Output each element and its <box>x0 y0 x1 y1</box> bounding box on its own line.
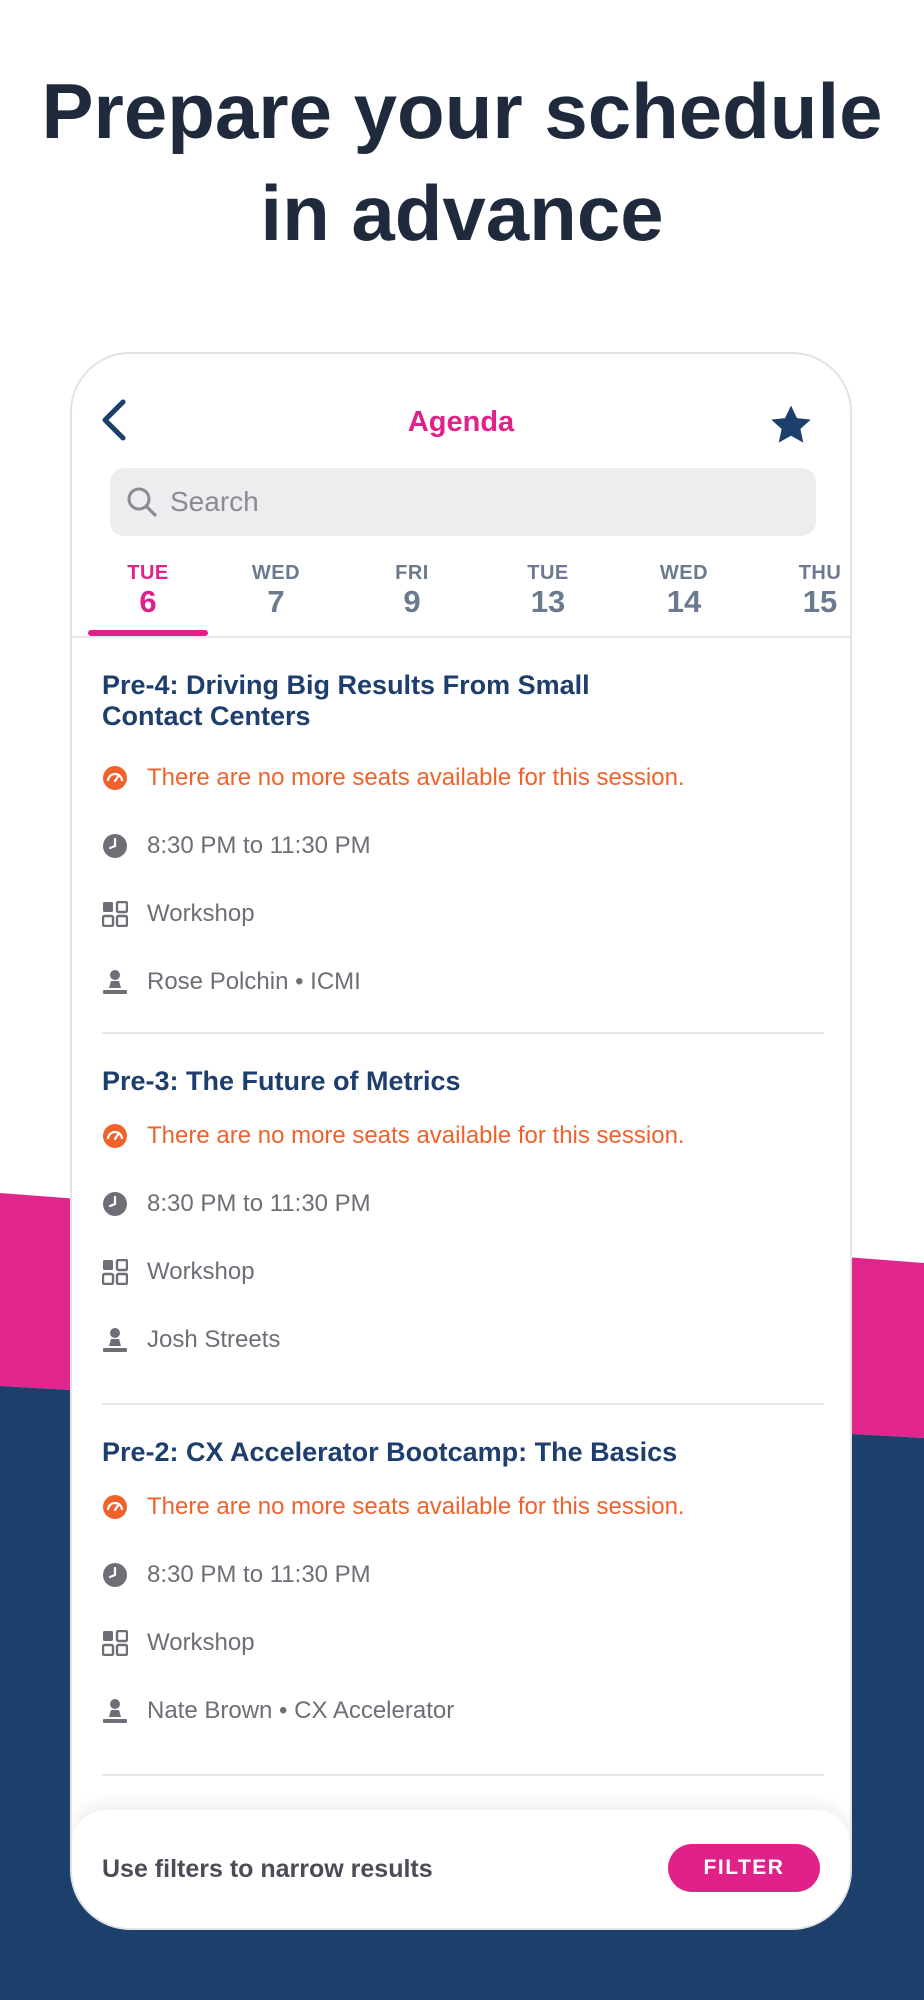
day-tab-dow: TUE <box>127 562 169 584</box>
filter-button[interactable]: FILTER <box>668 1844 820 1892</box>
session-title: Pre-2: CX Accelerator Bootcamp: The Basi… <box>102 1437 678 1467</box>
day-tab-wed-14[interactable]: WED 14 <box>624 562 744 619</box>
session-availability: There are no more seats available for th… <box>102 758 685 798</box>
day-tab-tue-6[interactable]: TUE 6 <box>88 562 208 619</box>
clock-icon <box>103 1563 127 1587</box>
session-item[interactable]: Pre-2: CX Accelerator Bootcamp: The Basi… <box>102 1437 824 1767</box>
session-type: Workshop <box>102 1252 255 1292</box>
navigation-bar: Agenda <box>72 354 850 464</box>
session-title: Pre-4: Driving Big Results From Small Co… <box>102 670 590 731</box>
session-speaker: Rose Polchin • ICMI <box>102 962 361 1002</box>
star-icon <box>771 405 811 443</box>
session-availability-text: There are no more seats available for th… <box>147 764 685 791</box>
session-time-text: 8:30 PM to 11:30 PM <box>147 1561 371 1588</box>
session-speaker-text: Rose Polchin • ICMI <box>147 968 361 995</box>
session-speaker: Josh Streets <box>102 1320 280 1360</box>
session-time: 8:30 PM to 11:30 PM <box>102 1555 371 1595</box>
session-divider <box>102 1403 824 1405</box>
session-time: 8:30 PM to 11:30 PM <box>102 826 371 866</box>
session-type: Workshop <box>102 894 255 934</box>
session-item[interactable]: Pre-4: Driving Big Results From Small Co… <box>102 670 824 1020</box>
day-tab-number: 14 <box>666 584 702 619</box>
session-type-text: Workshop <box>147 900 255 927</box>
session-divider <box>102 1032 824 1034</box>
session-divider <box>102 1774 824 1776</box>
clock-icon <box>103 1192 127 1216</box>
day-selector: TUE 6 WED 7 FRI 9 TUE 13 WED 14 THU 15 <box>72 562 850 628</box>
day-tab-dow: TUE <box>527 562 569 584</box>
day-tab-dow: FRI <box>395 562 429 584</box>
day-tab-number: 13 <box>530 584 566 619</box>
day-tab-dow: WED <box>659 562 709 584</box>
day-tab-dow: THU <box>798 562 842 584</box>
speaker-icon <box>103 970 127 994</box>
session-type: Workshop <box>102 1623 255 1663</box>
clock-icon <box>103 834 127 858</box>
speaker-icon <box>103 1328 127 1352</box>
session-item[interactable]: Pre-3: The Future of Metrics There are n… <box>102 1066 824 1396</box>
session-availability: There are no more seats available for th… <box>102 1116 685 1156</box>
session-type-text: Workshop <box>147 1629 255 1656</box>
day-tab-number: 7 <box>267 584 285 619</box>
day-tab-wed-7[interactable]: WED 7 <box>216 562 336 619</box>
search-input[interactable] <box>168 485 792 519</box>
favorites-button[interactable] <box>768 402 814 448</box>
search-icon <box>127 487 157 517</box>
day-tab-dow: WED <box>251 562 301 584</box>
speaker-icon <box>103 1699 127 1723</box>
session-time-text: 8:30 PM to 11:30 PM <box>147 1190 371 1217</box>
session-availability: There are no more seats available for th… <box>102 1487 685 1527</box>
day-tab-tue-13[interactable]: TUE 13 <box>488 562 608 619</box>
speedometer-icon <box>103 766 127 790</box>
day-tab-number: 15 <box>802 584 838 619</box>
speedometer-icon <box>103 1495 127 1519</box>
page-title: Agenda <box>407 406 515 438</box>
day-selector-divider <box>72 636 850 638</box>
session-time-text: 8:30 PM to 11:30 PM <box>147 832 371 859</box>
day-tab-fri-9[interactable]: FRI 9 <box>352 562 472 619</box>
category-grid-icon <box>102 1259 128 1285</box>
session-speaker-text: Josh Streets <box>147 1326 281 1353</box>
session-availability-text: There are no more seats available for th… <box>147 1493 685 1520</box>
phone-screen: Agenda TUE 6 WED 7 FRI 9 TUE 13 <box>70 352 852 1930</box>
search-bar[interactable] <box>110 468 816 536</box>
session-type-text: Workshop <box>147 1258 255 1285</box>
session-title: Pre-3: The Future of Metrics <box>102 1066 461 1096</box>
category-grid-icon <box>102 1630 128 1656</box>
speedometer-icon <box>103 1124 127 1148</box>
day-tab-thu-15[interactable]: THU 15 <box>760 562 850 619</box>
page-headline: Prepare your schedule in advance <box>41 67 883 257</box>
session-speaker-text: Nate Brown • CX Accelerator <box>147 1697 455 1724</box>
session-availability-text: There are no more seats available for th… <box>147 1122 685 1149</box>
session-time: 8:30 PM to 11:30 PM <box>102 1184 371 1224</box>
category-grid-icon <box>102 901 128 927</box>
filter-bar: Use filters to narrow results FILTER <box>72 1810 850 1928</box>
day-tab-number: 6 <box>139 584 157 619</box>
day-tab-number: 9 <box>403 584 421 619</box>
filter-hint: Use filters to narrow results <box>102 1855 433 1883</box>
session-speaker: Nate Brown • CX Accelerator <box>102 1691 454 1731</box>
